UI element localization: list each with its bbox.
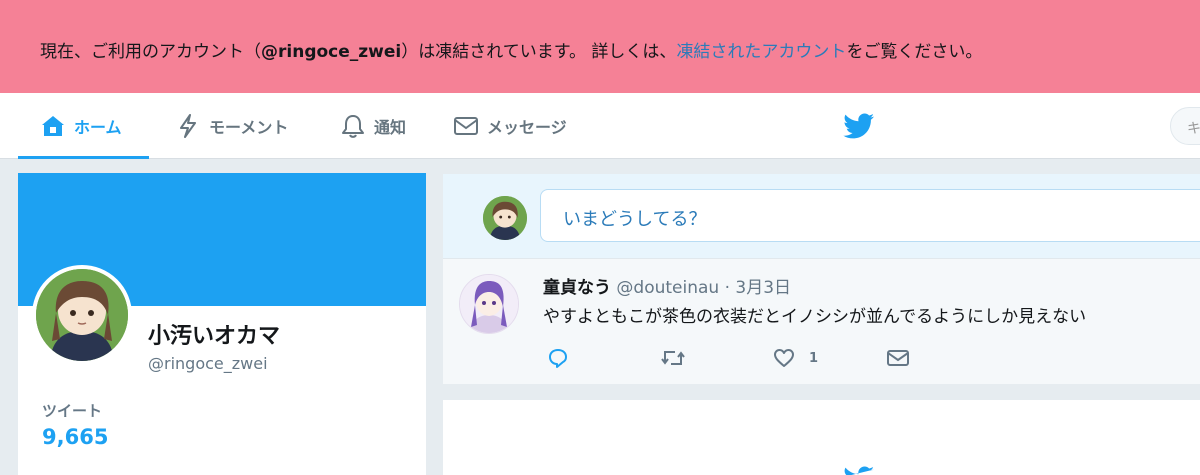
nav-messages[interactable]: メッセージ [453,93,567,159]
tweet-count-value[interactable]: 9,665 [42,425,108,449]
tweet-date[interactable]: · 3月3日 [725,278,791,298]
compose-tweet-input[interactable]: いまどうしてる？ [540,189,1200,242]
avatar[interactable] [32,265,132,365]
banner-suffix: をご覧ください。 [846,42,983,62]
reply-icon [549,349,567,368]
timeline-loading-card [443,400,1200,475]
home-icon [40,113,66,139]
envelope-icon [453,113,479,139]
tweet-header: 童貞なう @douteinau · 3月3日 [543,273,791,298]
suspension-banner: 現在、ご利用のアカウント（@ringoce_zwei）は凍結されています。 詳し… [0,0,1200,93]
tweet-author-avatar[interactable] [459,274,519,334]
like-button[interactable]: 1 [773,347,818,369]
nav-home[interactable]: ホーム [18,93,149,159]
composer-avatar-illustration [483,196,527,240]
retweet-button[interactable] [660,347,686,369]
composer-avatar [483,196,527,240]
nav-moments-label: モーメント [209,118,289,137]
tweet-avatar-illustration [460,275,518,333]
nav-notifications[interactable]: 通知 [340,93,406,159]
direct-message-button[interactable] [886,347,910,369]
tweet-author-name[interactable]: 童貞なう [543,278,611,298]
heart-icon [774,349,794,367]
profile-name[interactable]: 小汚いオカマ [148,318,280,350]
bell-icon [340,113,366,139]
profile-card: 小汚いオカマ @ringoce_zwei ツイート 9,665 [18,173,426,475]
banner-prefix: 現在、ご利用のアカウント（ [40,42,261,62]
tweet-author-handle[interactable]: @douteinau [616,278,719,298]
like-count: 1 [809,350,819,366]
nav-messages-label: メッセージ [487,118,567,137]
tweet-text: やすよともこが茶色の衣装だとイノシシが並んでるようにしか見えない [543,307,1087,327]
avatar-illustration [36,269,128,361]
tweet-count-label[interactable]: ツイート [42,400,102,421]
reply-button[interactable] [547,347,569,369]
envelope-icon [887,350,909,366]
twitter-bird-icon[interactable] [843,113,875,141]
lightning-icon [175,113,201,139]
nav-notifications-label: 通知 [374,118,407,137]
nav-moments[interactable]: モーメント [175,93,288,159]
suspended-account-link[interactable]: 凍結されたアカウント [676,42,846,62]
tweet-item[interactable]: 童貞なう @douteinau · 3月3日 やすよともこが茶色の衣装だとイノシ… [443,258,1200,384]
banner-account: @ringoce_zwei [261,42,402,62]
twitter-bird-icon [844,466,874,475]
search-input[interactable]: キ [1170,107,1200,145]
tweet-composer: いまどうしてる？ [443,174,1200,258]
profile-handle[interactable]: @ringoce_zwei [148,354,268,373]
banner-middle: ）は凍結されています。 詳しくは、 [401,42,677,62]
nav-home-label: ホーム [74,118,122,137]
retweet-icon [661,351,685,365]
top-nav: ホーム モーメント 通知 メッセージ [0,93,1200,159]
